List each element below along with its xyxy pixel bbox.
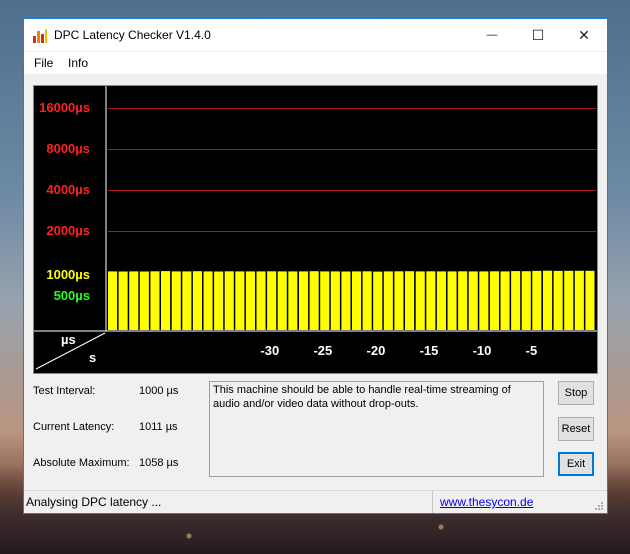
latency-bar xyxy=(320,271,330,330)
x-axis-label: -5 xyxy=(525,343,538,358)
latency-bar xyxy=(224,271,234,330)
latency-bar xyxy=(564,270,574,330)
app-window: DPC Latency Checker V1.4.0 — ☐ ✕ File In… xyxy=(23,18,608,514)
latency-bar xyxy=(203,271,213,330)
latency-bar xyxy=(415,271,425,330)
absolute-maximum-label: Absolute Maximum: xyxy=(33,457,130,469)
latency-bar xyxy=(288,271,298,330)
resize-grip-icon[interactable] xyxy=(594,500,604,510)
latency-bar xyxy=(458,271,468,330)
minimize-button[interactable]: — xyxy=(469,19,515,51)
latency-bar xyxy=(171,271,181,330)
latency-bar xyxy=(192,271,202,330)
title-bar[interactable]: DPC Latency Checker V1.4.0 — ☐ ✕ xyxy=(24,19,607,51)
close-icon: ✕ xyxy=(578,26,590,43)
test-interval-label: Test Interval: xyxy=(33,385,96,397)
status-bar: Analysing DPC latency ... www.thesycon.d… xyxy=(24,490,607,513)
latency-bar xyxy=(245,271,255,330)
latency-bar xyxy=(352,271,362,330)
latency-bar xyxy=(489,271,499,330)
y-axis-label: 2000µs xyxy=(46,223,90,238)
current-latency-value: 1011 µs xyxy=(139,421,178,433)
latency-bar xyxy=(139,271,149,330)
latency-bar xyxy=(521,271,531,330)
latency-bar xyxy=(436,271,446,330)
result-message: This machine should be able to handle re… xyxy=(209,381,544,477)
y-axis-label: 4000µs xyxy=(46,182,90,197)
close-button[interactable]: ✕ xyxy=(561,19,607,51)
x-axis-label: -25 xyxy=(313,343,333,358)
latency-bar xyxy=(447,271,457,330)
latency-bar xyxy=(341,271,351,330)
latency-bar xyxy=(500,271,510,330)
latency-bar xyxy=(129,271,139,330)
maximize-icon: ☐ xyxy=(531,26,545,43)
status-divider xyxy=(432,491,433,513)
latency-bar xyxy=(543,270,553,330)
reset-button[interactable]: Reset xyxy=(558,417,594,441)
x-axis-label: -30 xyxy=(260,343,280,358)
latency-bar xyxy=(362,271,372,330)
menu-file[interactable]: File xyxy=(34,56,53,70)
test-interval-value: 1000 µs xyxy=(139,385,179,397)
latency-bar xyxy=(405,271,415,330)
absolute-maximum-value: 1058 µs xyxy=(139,457,179,469)
latency-bar xyxy=(108,271,118,330)
x-axis-label: -10 xyxy=(472,343,492,358)
latency-bar xyxy=(214,271,224,330)
latency-bar xyxy=(532,270,542,330)
latency-bar xyxy=(383,271,393,330)
latency-bar xyxy=(426,271,436,330)
app-icon xyxy=(33,29,47,43)
y-axis-label: 1000µs xyxy=(46,267,90,282)
x-axis-label: -15 xyxy=(419,343,439,358)
status-text: Analysing DPC latency ... xyxy=(26,495,162,509)
latency-chart xyxy=(34,86,597,373)
latency-bar xyxy=(330,271,340,330)
y-axis-label: 8000µs xyxy=(46,141,90,156)
latency-bar xyxy=(574,270,584,330)
exit-button[interactable]: Exit xyxy=(558,452,594,476)
latency-bar xyxy=(468,271,478,330)
menu-info[interactable]: Info xyxy=(68,56,88,70)
latency-bar xyxy=(299,271,309,330)
latency-bar xyxy=(553,270,563,330)
current-latency-label: Current Latency: xyxy=(33,421,115,433)
latency-bar xyxy=(182,271,192,330)
latency-bar xyxy=(479,271,489,330)
x-axis-label: -20 xyxy=(366,343,386,358)
window-title: DPC Latency Checker V1.4.0 xyxy=(54,28,211,42)
latency-bar xyxy=(267,271,277,330)
maximize-button[interactable]: ☐ xyxy=(515,19,561,51)
latency-bar xyxy=(309,271,319,330)
minimize-icon: — xyxy=(486,29,498,41)
stop-button[interactable]: Stop xyxy=(558,381,594,405)
latency-bar xyxy=(256,271,266,330)
menu-bar: File Info xyxy=(24,52,607,74)
latency-bar xyxy=(585,270,595,330)
latency-graph: 16000µs 8000µs 4000µs 2000µs 1000µs 500µs µs … xyxy=(33,85,598,374)
y-axis-label: 16000µs xyxy=(39,100,90,115)
latency-bar xyxy=(235,271,245,330)
y-axis-label: 500µs xyxy=(53,288,90,303)
latency-bar xyxy=(277,271,287,330)
latency-bar xyxy=(394,271,404,330)
website-link[interactable]: www.thesycon.de xyxy=(440,495,533,509)
latency-bar xyxy=(511,271,521,330)
latency-bar xyxy=(161,271,171,330)
latency-bar xyxy=(150,271,160,330)
latency-bar xyxy=(118,271,128,330)
latency-bar xyxy=(373,271,383,330)
